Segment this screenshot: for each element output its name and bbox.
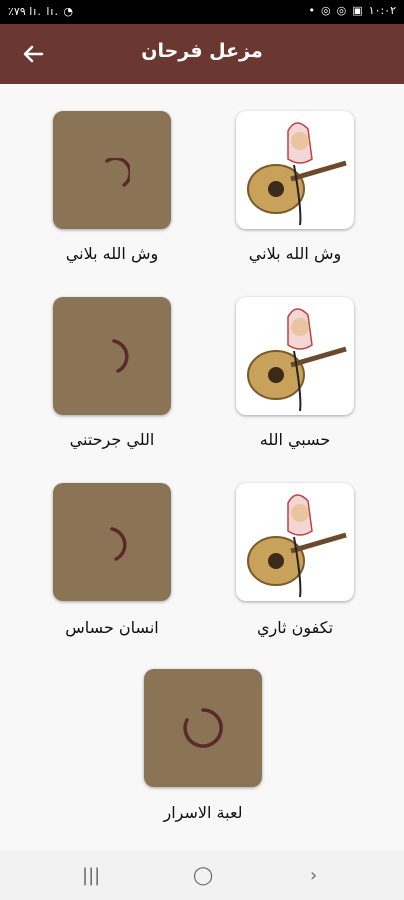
singer-oud-image bbox=[247, 494, 347, 598]
loading-spinner-icon bbox=[105, 158, 130, 187]
song-label-1: وش الله بلاني bbox=[248, 244, 342, 263]
status-right: • ◎ ◎ ▣ ١٠:٠٢ bbox=[309, 4, 396, 17]
singer-oud-image bbox=[247, 122, 347, 226]
status-bar: ٪۷۹ lı. lı. ◔ • ◎ ◎ ▣ ١٠:٠٢ bbox=[0, 0, 404, 24]
song-label-4: اللي جرحتني bbox=[69, 430, 155, 449]
system-nav-bar: ||| ◯ › bbox=[0, 850, 404, 900]
song-tile-1[interactable] bbox=[236, 111, 354, 229]
page-title: مزعل فرحان bbox=[141, 40, 263, 62]
song-label-3: حسبي الله bbox=[259, 430, 331, 449]
loading-spinner-icon bbox=[112, 339, 129, 373]
song-tile-3[interactable] bbox=[236, 297, 354, 415]
song-label-6: انسان حساس bbox=[65, 618, 159, 637]
song-tile-4[interactable] bbox=[53, 297, 171, 415]
song-tile-2[interactable] bbox=[53, 111, 171, 229]
loading-spinner-icon bbox=[183, 708, 223, 748]
song-label-2: وش الله بلاني bbox=[65, 244, 159, 263]
app-bar: مزعل فرحان bbox=[0, 24, 404, 84]
song-label-5: تكفون ثاري bbox=[256, 618, 334, 637]
singer-oud-image bbox=[247, 308, 347, 412]
image-icon: ▣ bbox=[352, 4, 363, 17]
dot-icon: • bbox=[308, 4, 316, 17]
recents-icon[interactable]: ||| bbox=[82, 865, 100, 886]
home-icon[interactable]: ◯ bbox=[193, 865, 213, 886]
chevron-right-icon[interactable]: › bbox=[310, 865, 317, 886]
notification-icon: ◎ bbox=[321, 4, 331, 17]
status-indicators: ٪۷۹ lı. lı. ◔ bbox=[8, 5, 75, 18]
song-tile-7[interactable] bbox=[144, 669, 262, 787]
song-label-7: لعبة الاسرار bbox=[163, 803, 243, 822]
loading-spinner-icon bbox=[110, 527, 127, 561]
song-tile-5[interactable] bbox=[236, 483, 354, 601]
song-tile-6[interactable] bbox=[53, 483, 171, 601]
clock-time: ١٠:٠٢ bbox=[368, 4, 396, 17]
notification-icon-2: ◎ bbox=[336, 4, 347, 17]
